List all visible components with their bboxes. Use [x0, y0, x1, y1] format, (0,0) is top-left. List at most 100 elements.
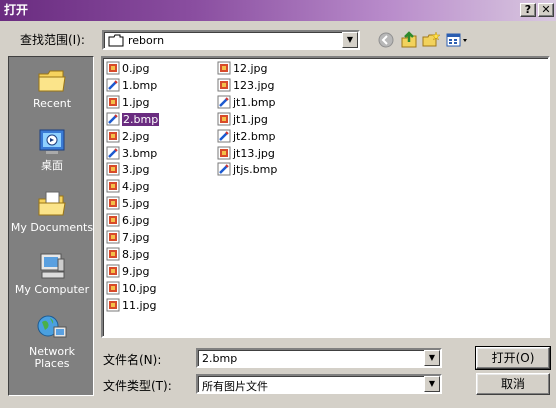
places-bar: Recent 桌面 My Documents My Computer Netwo… — [8, 56, 94, 396]
file-name: 1.bmp — [122, 78, 158, 92]
chevron-down-icon[interactable]: ▼ — [342, 32, 358, 48]
file-name-field[interactable]: 2.bmp ▼ — [196, 348, 442, 368]
file-item[interactable]: jt1.bmp — [217, 95, 276, 111]
file-item[interactable]: 7.jpg — [106, 230, 150, 246]
jpeg-file-icon — [106, 264, 120, 278]
file-name: 8.jpg — [122, 247, 150, 261]
file-name: 0.jpg — [122, 62, 150, 75]
file-item[interactable]: 5.jpg — [106, 196, 150, 212]
title-bar[interactable]: 打开 ? ✕ — [0, 0, 556, 21]
bitmap-file-icon — [106, 112, 120, 126]
chevron-down-icon[interactable]: ▼ — [424, 350, 440, 366]
jpeg-file-icon — [106, 129, 120, 143]
network-places-icon — [37, 315, 67, 338]
recent-folder-icon — [38, 70, 66, 92]
view-menu-button[interactable] — [445, 30, 471, 50]
file-name: jtjs.bmp — [233, 163, 278, 177]
my-documents-icon — [38, 191, 66, 216]
jpeg-file-icon — [106, 281, 120, 295]
file-name: 11.jpg — [122, 298, 157, 312]
file-item[interactable]: 11.jpg — [106, 298, 157, 314]
place-recent-label: Recent — [32, 97, 72, 110]
bitmap-file-icon — [217, 129, 231, 143]
place-network-label: Network Places — [29, 345, 75, 370]
bitmap-file-icon — [217, 95, 231, 109]
place-desktop-label: 桌面 — [41, 159, 63, 172]
file-name: 3.bmp — [122, 146, 158, 160]
jpeg-file-icon — [106, 230, 120, 244]
back-icon[interactable] — [376, 30, 396, 50]
cancel-button[interactable]: 取消 — [476, 373, 550, 395]
close-button[interactable]: ✕ — [538, 3, 554, 17]
file-name: 1.jpg — [122, 95, 150, 109]
place-my-documents-label: My Documents — [10, 221, 94, 234]
file-item[interactable]: 10.jpg — [106, 281, 157, 297]
file-item[interactable]: 4.jpg — [106, 179, 150, 195]
bitmap-file-icon — [106, 146, 120, 159]
jpeg-file-icon — [217, 78, 231, 92]
place-recent[interactable]: Recent — [9, 65, 95, 110]
place-my-computer-label: My Computer — [14, 283, 90, 296]
view-menu-icon — [446, 33, 467, 47]
file-name-label: 文件名(N): — [103, 353, 162, 367]
file-name: 123.jpg — [233, 78, 275, 92]
file-name: 12.jpg — [233, 62, 268, 75]
new-folder-icon[interactable] — [421, 30, 441, 50]
file-name: jt1.bmp — [233, 95, 276, 109]
file-name: jt13.jpg — [233, 146, 275, 160]
file-item[interactable]: 1.jpg — [106, 95, 150, 111]
file-item[interactable]: 6.jpg — [106, 213, 150, 229]
file-item[interactable]: 3.jpg — [106, 162, 150, 178]
look-in-label: 查找范围(I): — [20, 33, 85, 47]
jpeg-file-icon — [106, 213, 120, 227]
jpeg-file-icon — [106, 179, 120, 193]
file-type-value: 所有图片文件 — [202, 380, 268, 393]
jpeg-file-icon — [106, 247, 120, 261]
file-item[interactable]: 9.jpg — [106, 264, 150, 280]
file-item[interactable]: jtjs.bmp — [217, 162, 277, 178]
look-in-value: reborn — [128, 34, 165, 47]
file-item[interactable]: 3.bmp — [106, 146, 157, 162]
file-item[interactable]: 8.jpg — [106, 247, 150, 263]
folder-icon — [108, 34, 124, 47]
look-in-dropdown[interactable]: reborn ▼ — [102, 30, 360, 50]
file-name: jt2.bmp — [233, 129, 276, 143]
bitmap-file-icon — [217, 162, 231, 176]
file-list[interactable]: 0.jpg 1.bmp 1.jpg 2.bmp 2.jpg 3.bmp 3.jpg 4.jpg… — [101, 56, 550, 338]
bitmap-file-icon — [106, 78, 120, 92]
file-name: 2.bmp — [122, 112, 160, 126]
file-item[interactable]: 2.bmp — [106, 112, 160, 128]
jpeg-file-icon — [106, 162, 120, 176]
file-item[interactable]: 0.jpg — [106, 61, 150, 77]
file-item[interactable]: jt1.jpg — [217, 112, 268, 128]
help-button[interactable]: ? — [520, 3, 536, 17]
place-desktop[interactable]: 桌面 — [9, 127, 95, 172]
open-button[interactable]: 打开(O) — [475, 346, 551, 370]
jpeg-file-icon — [217, 112, 231, 126]
up-folder-icon[interactable] — [399, 30, 419, 50]
file-name: 9.jpg — [122, 264, 150, 278]
my-computer-icon — [40, 253, 65, 279]
file-name: 5.jpg — [122, 197, 150, 211]
file-name: 2.jpg — [122, 129, 150, 143]
file-item[interactable]: jt13.jpg — [217, 146, 275, 162]
chevron-down-icon[interactable]: ▼ — [424, 376, 440, 392]
jpeg-file-icon — [106, 61, 120, 75]
file-item[interactable]: jt2.bmp — [217, 129, 276, 145]
file-item[interactable]: 123.jpg — [217, 78, 275, 94]
file-type-dropdown[interactable]: 所有图片文件 ▼ — [196, 374, 442, 394]
jpeg-file-icon — [106, 298, 120, 312]
file-name: 10.jpg — [122, 281, 157, 295]
file-name: jt1.jpg — [233, 112, 268, 126]
file-item[interactable]: 2.jpg — [106, 129, 150, 145]
file-item[interactable]: 1.bmp — [106, 78, 157, 94]
file-type-label: 文件类型(T): — [103, 379, 172, 393]
file-name: 4.jpg — [122, 180, 150, 194]
file-name: 7.jpg — [122, 231, 150, 244]
jpeg-file-icon — [106, 196, 120, 210]
file-item[interactable]: 12.jpg — [217, 61, 268, 77]
place-my-computer[interactable]: My Computer — [9, 251, 95, 296]
place-my-documents[interactable]: My Documents — [9, 189, 95, 234]
place-network[interactable]: Network Places — [9, 313, 95, 370]
file-name: 3.jpg — [122, 163, 150, 177]
